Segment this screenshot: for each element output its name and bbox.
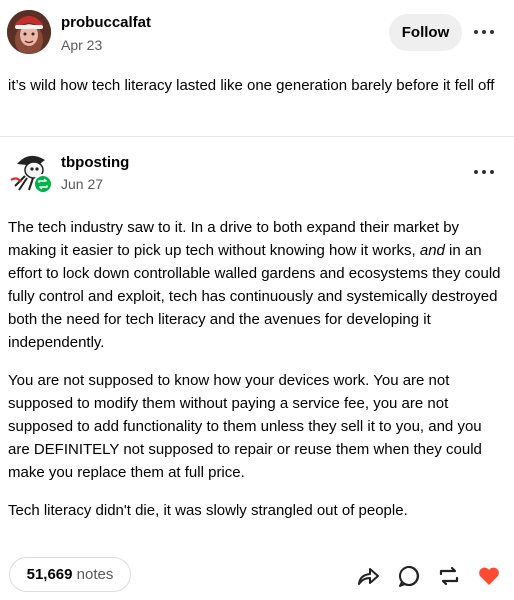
author-avatar[interactable] [7,10,51,54]
share-icon[interactable] [355,563,381,589]
post-text: it’s wild how tech literacy lasted like … [8,77,495,94]
follow-button[interactable]: Follow [389,14,462,51]
reblog-badge-icon [33,174,53,194]
emphasis-text: and [419,242,445,259]
post-author-name[interactable]: probuccalfat [61,14,151,31]
reblog-paragraph-3: Tech literacy didn't die, it was slowly … [8,502,408,519]
notes-label: notes [76,566,114,583]
divider [0,136,514,137]
reblog-icon[interactable] [436,563,462,589]
reblog-author-name[interactable]: tbposting [61,154,129,171]
reblogger-avatar[interactable] [7,150,53,196]
reblog-paragraph-1-part-a: The tech industry saw to it. In a drive … [8,219,460,259]
notes-count: 51,669 [26,566,73,583]
heart-icon[interactable] [476,563,502,589]
reblog-more-options-icon[interactable] [474,170,496,176]
reply-icon[interactable] [396,563,422,589]
more-options-icon[interactable] [474,30,496,36]
notes-button[interactable]: 51,669 notes [9,557,131,592]
post-date[interactable]: Apr 23 [61,37,102,53]
reblog-paragraph-1: The tech industry saw to it. In a drive … [8,216,506,354]
post-header: probuccalfat Apr 23 Follow [0,0,514,70]
reblog-paragraph-2: You are not supposed to know how your de… [8,372,482,481]
reblog-date[interactable]: Jun 27 [61,176,103,192]
